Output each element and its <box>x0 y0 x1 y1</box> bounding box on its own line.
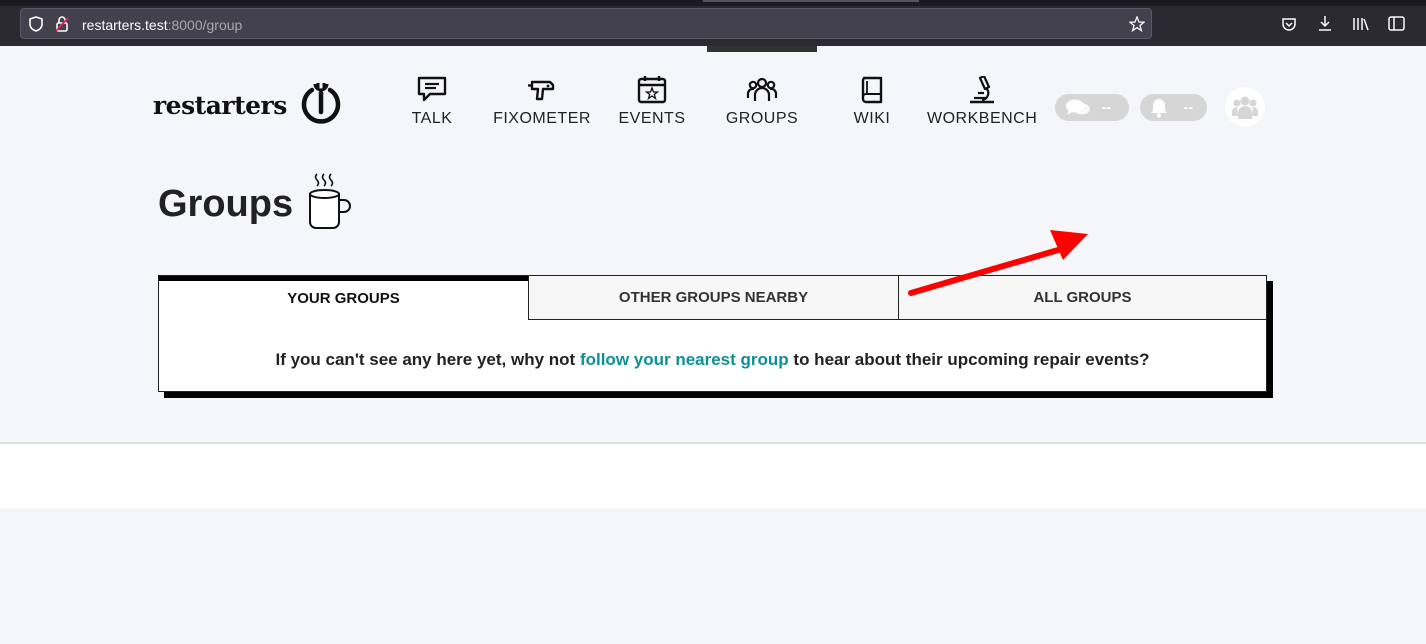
nav-groups[interactable]: GROUPS <box>707 76 817 128</box>
chat-bubbles-icon <box>1066 99 1090 115</box>
nav-events-label: EVENTS <box>618 110 686 127</box>
browser-toolbar: restarters.test:8000/group <box>0 0 1426 46</box>
nav-talk-label: TALK <box>411 110 453 127</box>
message-text-after: to hear about their upcoming repair even… <box>788 350 1150 369</box>
page-loading-bar <box>707 46 817 52</box>
bell-icon <box>1151 99 1167 118</box>
book-icon <box>861 76 883 104</box>
calendar-icon <box>637 76 667 104</box>
library-icon[interactable] <box>1352 16 1370 36</box>
coffee-mug-icon <box>306 172 354 237</box>
address-bar[interactable]: restarters.test:8000/group <box>20 8 1152 39</box>
star-bookmark-icon[interactable] <box>1128 15 1146 36</box>
page-title: Groups <box>158 183 294 225</box>
power-wrench-icon <box>299 80 343 131</box>
lock-insecure-icon[interactable] <box>55 15 69 37</box>
groups-panel: YOUR GROUPS OTHER GROUPS NEARBY ALL GROU… <box>158 275 1267 392</box>
nav-wiki-label: WIKI <box>853 110 891 127</box>
microscope-icon <box>970 76 994 104</box>
nav-fixometer-label: FIXOMETER <box>493 110 591 127</box>
empty-groups-message: If you can't see any here yet, why not f… <box>159 350 1266 370</box>
nav-groups-label: GROUPS <box>725 110 799 127</box>
notifications-button[interactable]: -- <box>1140 94 1207 121</box>
tab-your-groups[interactable]: YOUR GROUPS <box>159 276 528 320</box>
user-avatar[interactable] <box>1225 87 1265 127</box>
shield-icon[interactable] <box>29 16 43 36</box>
group-avatar-icon <box>1232 96 1258 119</box>
restarters-logo[interactable]: restarters <box>153 80 343 131</box>
nav-talk[interactable]: TALK <box>377 76 487 128</box>
talk-count-button[interactable]: -- <box>1055 94 1129 121</box>
drill-icon <box>528 80 555 101</box>
people-icon <box>746 77 778 101</box>
logo-text: restarters <box>153 91 287 120</box>
sidebar-icon[interactable] <box>1388 16 1405 35</box>
pocket-icon[interactable] <box>1281 16 1297 36</box>
nav-wiki[interactable]: WIKI <box>817 76 927 128</box>
footer <box>0 444 1426 508</box>
nav-fixometer[interactable]: FIXOMETER <box>487 76 597 128</box>
nav-workbench[interactable]: WORKBENCH <box>927 76 1037 128</box>
download-icon[interactable] <box>1317 15 1333 36</box>
nav-events[interactable]: EVENTS <box>597 76 707 128</box>
nav-workbench-label: WORKBENCH <box>927 110 1038 127</box>
browser-active-tab[interactable] <box>703 0 919 2</box>
url-host: restarters.test <box>82 17 168 33</box>
notification-count: -- <box>1183 99 1193 115</box>
message-text-before: If you can't see any here yet, why not <box>275 350 580 369</box>
url-text[interactable]: restarters.test:8000/group <box>82 17 242 33</box>
chat-icon <box>417 76 447 102</box>
browser-tabstrip <box>0 0 1426 6</box>
annotation-arrow <box>905 228 1095 305</box>
talk-count: -- <box>1101 99 1111 115</box>
follow-nearest-group-link[interactable]: follow your nearest group <box>580 350 789 369</box>
tab-other-groups-nearby[interactable]: OTHER GROUPS NEARBY <box>528 276 898 320</box>
url-path: :8000/group <box>167 17 243 33</box>
